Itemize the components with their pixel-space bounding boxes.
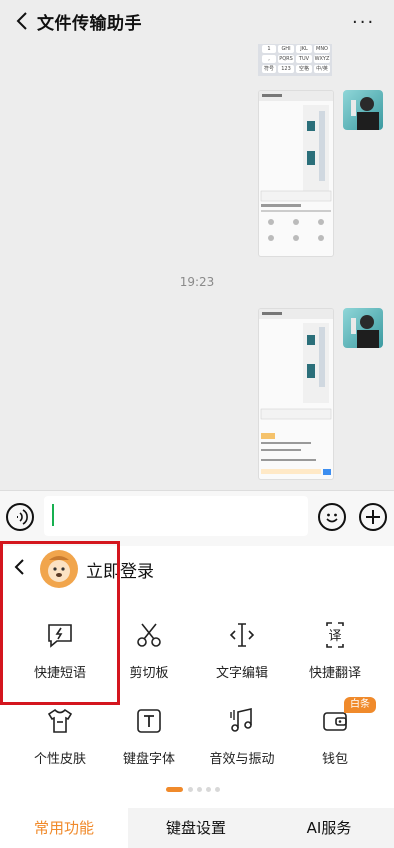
- image-message-partial[interactable]: 1 GHI JKL MNO , PQRS TUV WXYZ 符号 123 空格 …: [258, 44, 332, 76]
- user-avatar[interactable]: [343, 308, 383, 348]
- message-timestamp: 19:23: [179, 275, 215, 289]
- function-quick-translate[interactable]: 译 快捷翻译: [290, 620, 380, 681]
- image-message[interactable]: [258, 308, 334, 480]
- scissors-icon: [137, 623, 161, 647]
- tshirt-icon: [47, 708, 73, 733]
- text-cursor: [52, 504, 54, 526]
- music-note-icon: [230, 707, 252, 732]
- function-sound-vibration[interactable]: 音效与振动: [197, 706, 287, 767]
- mini-key: PQRS: [278, 55, 294, 63]
- user-avatar[interactable]: [343, 90, 383, 130]
- function-label: 音效与振动: [209, 752, 275, 767]
- mini-key: MNO: [314, 45, 330, 53]
- function-label: 钱包: [321, 752, 348, 767]
- more-options-icon[interactable]: ···: [352, 12, 375, 33]
- more-actions-plus-icon[interactable]: [359, 503, 387, 531]
- page-dot: [188, 787, 193, 792]
- image-message[interactable]: [258, 90, 334, 257]
- mini-key: TUV: [296, 55, 312, 63]
- tab-keyboard-settings[interactable]: 键盘设置: [131, 808, 261, 848]
- chat-title: 文件传输助手: [37, 14, 142, 34]
- message-input[interactable]: [44, 496, 308, 536]
- function-skins[interactable]: 个性皮肤: [15, 706, 105, 767]
- page-indicator: [166, 787, 226, 792]
- page-dot: [197, 787, 202, 792]
- font-t-icon: [137, 709, 161, 733]
- function-label: 快捷翻译: [308, 666, 361, 681]
- wallet-badge: 白条: [344, 697, 376, 713]
- screenshot-thumbnail: [259, 309, 333, 475]
- svg-text:译: 译: [328, 629, 341, 644]
- highlight-annotation-box: [0, 541, 120, 705]
- voice-input-icon[interactable]: [6, 503, 34, 531]
- translate-icon: 译: [326, 622, 344, 648]
- page-dot: [215, 787, 220, 792]
- mini-key: 中/英: [314, 65, 330, 73]
- tab-common-functions[interactable]: 常用功能: [0, 808, 128, 848]
- function-wallet[interactable]: 钱包: [290, 706, 380, 767]
- mini-key: GHI: [278, 45, 294, 53]
- mini-key: ,: [262, 55, 276, 63]
- text-cursor-icon: [229, 623, 255, 647]
- tab-ai-services[interactable]: AI服务: [264, 808, 394, 848]
- page-dot-active: [166, 787, 183, 792]
- mini-key: 空格: [296, 65, 312, 73]
- back-arrow-icon[interactable]: [12, 10, 34, 32]
- screenshot-thumbnail: [259, 91, 333, 241]
- function-label: 个性皮肤: [33, 752, 86, 767]
- mini-key: WXYZ: [314, 55, 330, 63]
- mini-key: 1: [262, 45, 276, 53]
- function-keyboard-font[interactable]: 键盘字体: [104, 706, 194, 767]
- function-text-edit[interactable]: 文字编辑: [197, 620, 287, 681]
- mini-key: 123: [278, 65, 294, 73]
- page-dot: [206, 787, 211, 792]
- function-label: 文字编辑: [215, 666, 268, 681]
- emoji-icon[interactable]: [318, 503, 346, 531]
- mini-key: JKL: [296, 45, 312, 53]
- function-label: 键盘字体: [122, 752, 175, 767]
- mini-key: 符号: [262, 65, 276, 73]
